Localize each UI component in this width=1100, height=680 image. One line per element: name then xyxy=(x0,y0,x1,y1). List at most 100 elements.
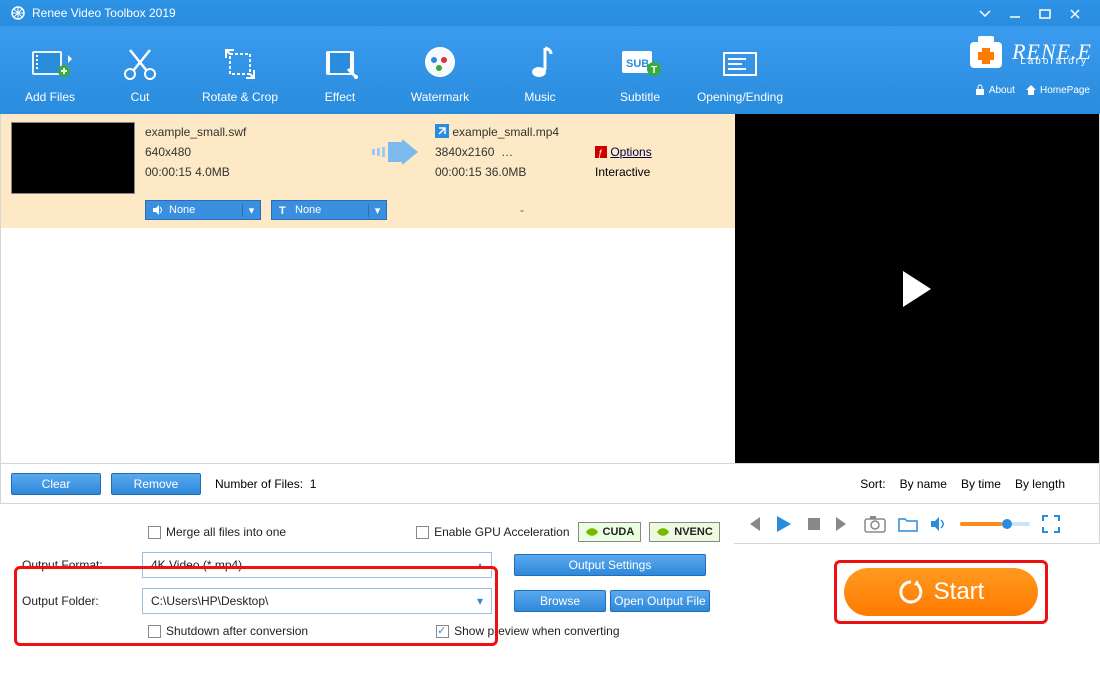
toolbar-watermark[interactable]: Watermark xyxy=(390,42,490,104)
output-format-dropdown[interactable]: 4K Video (*.mp4) ▴ xyxy=(142,552,492,578)
effect-icon xyxy=(290,42,390,86)
window-maximize-button[interactable] xyxy=(1030,6,1060,20)
about-link[interactable]: About xyxy=(974,84,1015,96)
window-minimize-button[interactable] xyxy=(1000,6,1030,20)
toolbar-label: Watermark xyxy=(390,90,490,104)
output-folder-value: C:\Users\HP\Desktop\ xyxy=(151,594,268,608)
convert-arrow-icon xyxy=(365,122,425,182)
about-label: About xyxy=(989,85,1015,96)
toolbar-subtitle[interactable]: SUBT Subtitle xyxy=(590,42,690,104)
toolbar-opening-ending[interactable]: Opening/Ending xyxy=(690,42,790,104)
remove-button[interactable]: Remove xyxy=(111,473,201,495)
destination-filename: example_small.mp4 xyxy=(452,125,559,139)
source-size: 4.0MB xyxy=(195,165,230,179)
audio-track-dropdown[interactable]: None ▾ xyxy=(145,200,261,220)
file-thumbnail xyxy=(11,122,135,194)
gpu-accel-checkbox[interactable]: Enable GPU Acceleration xyxy=(416,525,569,539)
lock-icon xyxy=(974,84,986,96)
source-filename: example_small.swf xyxy=(145,122,355,142)
file-count-label: Number of Files: xyxy=(215,477,303,491)
watermark-icon xyxy=(390,42,490,86)
output-folder-dropdown[interactable]: C:\Users\HP\Desktop\ ▾ xyxy=(142,588,492,614)
main-toolbar: Add Files Cut Rotate & Crop Effect Water… xyxy=(0,26,1100,114)
second-row-dash: - xyxy=(447,203,597,217)
brand-block: RENE.E Laboratory xyxy=(964,30,1092,74)
subtitle-track-dropdown[interactable]: T None ▾ xyxy=(271,200,387,220)
gpu-label: Enable GPU Acceleration xyxy=(434,525,569,539)
file-row[interactable]: example_small.swf 640x480 00:00:15 4.0MB… xyxy=(1,114,735,228)
start-label: Start xyxy=(934,578,985,606)
chevron-down-icon: ▾ xyxy=(242,204,260,217)
nvenc-badge: NVENC xyxy=(649,522,720,542)
bottom-panel: Merge all files into one Enable GPU Acce… xyxy=(0,504,1100,654)
svg-text:T: T xyxy=(651,65,657,76)
toolbar-label: Opening/Ending xyxy=(690,90,790,104)
sort-by-length[interactable]: By length xyxy=(1015,477,1065,491)
shutdown-label: Shutdown after conversion xyxy=(166,624,308,638)
destination-duration: 00:00:15 xyxy=(435,165,482,179)
output-folder-label: Output Folder: xyxy=(14,594,142,608)
open-output-file-button[interactable]: Open Output File xyxy=(610,590,710,612)
chevron-up-icon: ▴ xyxy=(477,558,483,572)
output-settings-button[interactable]: Output Settings xyxy=(514,554,706,576)
audio-pill-label: None xyxy=(169,204,195,216)
source-resolution: 640x480 xyxy=(145,142,355,162)
add-files-icon xyxy=(10,42,90,86)
show-preview-checkbox[interactable]: Show preview when converting xyxy=(436,624,619,638)
file-list: example_small.swf 640x480 00:00:15 4.0MB… xyxy=(1,114,735,463)
window-dropdown-button[interactable] xyxy=(970,6,1000,20)
music-icon xyxy=(490,42,590,86)
toolbar-label: Effect xyxy=(290,90,390,104)
preview-play-button[interactable] xyxy=(903,271,931,307)
rotate-crop-icon xyxy=(190,42,290,86)
start-button[interactable]: Start xyxy=(844,568,1038,616)
subtitle-icon: SUBT xyxy=(590,42,690,86)
output-format-label: Output Format: xyxy=(14,558,142,572)
toolbar-music[interactable]: Music xyxy=(490,42,590,104)
destination-size: 36.0MB xyxy=(485,165,526,179)
title-bar: Renee Video Toolbox 2019 xyxy=(0,0,1100,26)
toolbar-add-files[interactable]: Add Files xyxy=(10,42,90,104)
merge-files-checkbox[interactable]: Merge all files into one xyxy=(148,525,286,539)
toolbar-label: Add Files xyxy=(10,90,90,104)
destination-info: example_small.mp4 3840x2160 … 00:00:15 3… xyxy=(435,122,585,182)
sort-by-name[interactable]: By name xyxy=(900,477,947,491)
interactive-label: Interactive xyxy=(595,162,652,182)
source-info: example_small.swf 640x480 00:00:15 4.0MB xyxy=(145,122,355,182)
homepage-link[interactable]: HomePage xyxy=(1025,84,1090,96)
shutdown-checkbox[interactable]: Shutdown after conversion xyxy=(148,624,308,638)
nvidia-eye-icon xyxy=(656,526,670,538)
app-title: Renee Video Toolbox 2019 xyxy=(32,6,176,20)
toolbar-label: Music xyxy=(490,90,590,104)
svg-text:SUB: SUB xyxy=(626,58,649,70)
svg-text:T: T xyxy=(279,205,286,216)
toolbar-rotate-crop[interactable]: Rotate & Crop xyxy=(190,42,290,104)
brand-medkit-icon xyxy=(964,30,1008,74)
svg-text:ƒ: ƒ xyxy=(598,148,603,158)
brand-sub: Laboratory xyxy=(1020,56,1088,67)
output-format-value: 4K Video (*.mp4) xyxy=(151,558,242,572)
homepage-label: HomePage xyxy=(1040,85,1090,96)
video-preview xyxy=(735,114,1099,463)
window-close-button[interactable] xyxy=(1060,6,1090,20)
toolbar-effect[interactable]: Effect xyxy=(290,42,390,104)
clear-button[interactable]: Clear xyxy=(11,473,101,495)
sort-by-time[interactable]: By time xyxy=(961,477,1001,491)
toolbar-label: Cut xyxy=(90,90,190,104)
destination-ellipsis: … xyxy=(501,145,513,159)
merge-label: Merge all files into one xyxy=(166,525,286,539)
list-action-bar: Clear Remove Number of Files: 1 Sort: By… xyxy=(0,464,1100,504)
opening-ending-icon xyxy=(690,42,790,86)
toolbar-cut[interactable]: Cut xyxy=(90,42,190,104)
home-icon xyxy=(1025,84,1037,96)
options-link[interactable]: Options xyxy=(610,145,651,159)
show-preview-label: Show preview when converting xyxy=(454,624,619,638)
destination-resolution: 3840x2160 xyxy=(435,145,494,159)
text-icon: T xyxy=(278,204,290,216)
toolbar-label: Subtitle xyxy=(590,90,690,104)
flash-icon: ƒ xyxy=(595,146,607,158)
app-logo-icon xyxy=(10,5,26,21)
sub-pill-label: None xyxy=(295,204,321,216)
browse-button[interactable]: Browse xyxy=(514,590,606,612)
chevron-down-icon: ▾ xyxy=(368,204,386,217)
